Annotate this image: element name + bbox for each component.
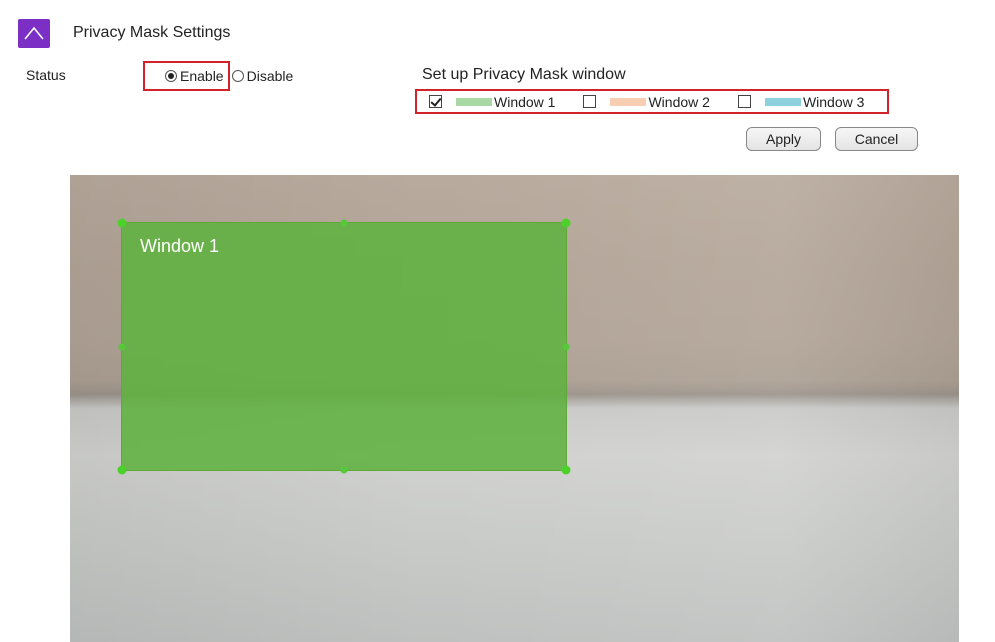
window-2-checkbox[interactable] [583, 95, 597, 108]
resize-handle-bottom[interactable] [340, 466, 348, 474]
chevron-up-icon [24, 26, 44, 40]
resize-handle-right[interactable] [562, 343, 570, 350]
disable-radio-label: Disable [246, 68, 294, 84]
window-3-option[interactable]: Window 3 [737, 93, 865, 110]
window-1-option[interactable]: Window 1 [429, 94, 555, 110]
mask-window-label: Window 1 [140, 236, 220, 256]
window-2-label: Window 2 [648, 93, 710, 110]
status-radio-group: Enable Disable [143, 61, 294, 91]
window-1-checkbox[interactable] [429, 95, 442, 108]
collapse-button[interactable] [18, 19, 50, 48]
privacy-mask-window-1[interactable]: Window 1 [117, 218, 571, 475]
resize-handle-top[interactable] [340, 219, 348, 227]
resize-handle-bottom-left[interactable] [117, 465, 127, 475]
resize-handle-top-left[interactable] [117, 218, 127, 228]
window-3-checkbox[interactable] [737, 95, 751, 108]
resize-handle-bottom-right[interactable] [561, 465, 571, 475]
disable-radio[interactable]: Disable [230, 68, 294, 84]
window-3-color-swatch [764, 97, 801, 106]
status-label: Status [26, 67, 66, 83]
apply-button[interactable]: Apply [746, 127, 821, 151]
window-1-label: Window 1 [494, 93, 556, 110]
window-1-color-swatch [456, 97, 492, 106]
window-selector: Window 1 Window 2 Window 3 [415, 89, 889, 114]
page-title: Privacy Mask Settings [73, 24, 231, 41]
window-3-label: Window 3 [802, 93, 865, 110]
enable-radio-indicator[interactable] [165, 70, 177, 82]
resize-handle-left[interactable] [118, 343, 126, 350]
cancel-button[interactable]: Cancel [835, 127, 918, 151]
mask-setup-title: Set up Privacy Mask window [422, 66, 626, 83]
disable-radio-indicator[interactable] [231, 70, 244, 82]
enable-radio[interactable]: Enable [143, 61, 230, 91]
window-2-option[interactable]: Window 2 [583, 93, 710, 110]
camera-view[interactable]: Window 1 [70, 175, 959, 642]
resize-handle-top-right[interactable] [561, 218, 571, 228]
window-2-color-swatch [610, 97, 647, 106]
enable-radio-label: Enable [180, 68, 224, 84]
